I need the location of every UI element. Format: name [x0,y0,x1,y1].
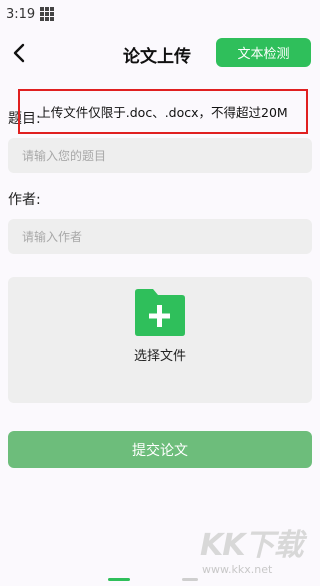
text-detect-button[interactable]: 文本检测 [216,38,311,67]
watermark-logo: KK下载 www.kkx.net [196,520,312,582]
file-hint-highlight: 上传文件仅限于.doc、.docx，不得超过20M [18,89,308,134]
app-grid-icon [40,7,55,21]
author-label: 作者: [8,192,41,208]
submit-paper-button[interactable]: 提交论文 [8,431,312,468]
file-upload-area[interactable]: 选择文件 [8,277,312,403]
status-time: 3:19 [6,6,36,22]
title-input[interactable]: 请输入您的题目 [8,138,312,173]
file-format-hint: 上传文件仅限于.doc、.docx，不得超过20M [38,105,288,120]
choose-file-label: 选择文件 [133,349,186,364]
nav-indicator [182,578,198,581]
watermark-url: www.kkx.net [202,563,273,576]
status-bar: 3:19 [0,0,320,28]
watermark-brand: KK下载 [200,528,303,563]
add-folder-icon [135,289,185,336]
nav-indicator [108,578,130,581]
author-input[interactable]: 请输入作者 [8,219,312,254]
